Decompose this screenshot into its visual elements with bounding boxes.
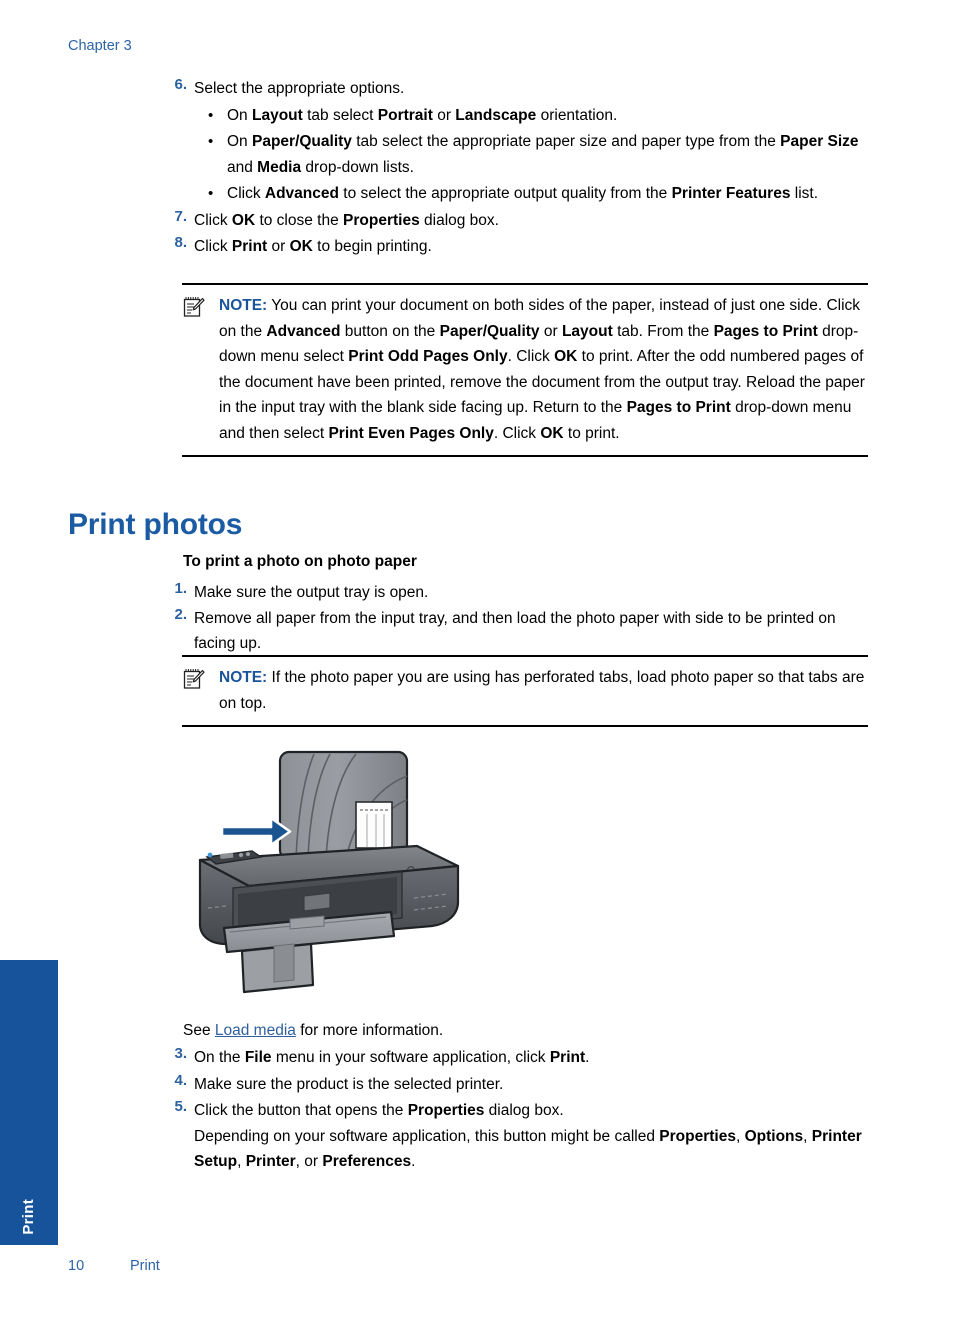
list-item: 3. On the File menu in your software appl…: [163, 1045, 868, 1071]
note-text: You can print your document on both side…: [219, 297, 865, 442]
steps-list-photo-b: 3. On the File menu in your software appl…: [163, 1045, 868, 1176]
step-text: Click Print or OK to begin printing.: [194, 238, 432, 255]
step-number: 8.: [174, 234, 187, 251]
step-number: 6.: [174, 76, 187, 93]
bullet-marker: •: [208, 106, 214, 124]
note-pencil-icon: [182, 668, 206, 690]
list-item: 2. Remove all paper from the input tray, …: [163, 606, 868, 657]
bullet-item: • On Layout tab select Portrait or Landsc…: [194, 103, 868, 129]
step-number: 4.: [174, 1071, 187, 1089]
side-tab-print: Print: [0, 960, 58, 1245]
chapter-header: Chapter 3: [68, 38, 132, 54]
page-number: 10: [68, 1258, 85, 1274]
step-number: 5.: [174, 1098, 187, 1115]
steps-list-photo-a: 1. Make sure the output tray is open. 2. Re…: [163, 580, 868, 657]
note-box-duplex: NOTE: You can print your document on bot…: [182, 283, 868, 457]
see-load-media-line: See Load media for more information.: [183, 1018, 443, 1044]
note-pencil-icon: [182, 296, 206, 318]
bullet-marker: •: [208, 185, 214, 202]
note-box-content: NOTE: If the photo paper you are using h…: [182, 665, 868, 716]
list-item: 7. Click OK to close the Properties dialo…: [163, 208, 868, 234]
output-tray-extender: [240, 942, 315, 994]
bullet-list: • On Layout tab select Portrait or Landsc…: [194, 103, 868, 207]
printer-load-photo-paper-illustration: [186, 748, 476, 1003]
note-label: NOTE:: [219, 297, 268, 314]
see-suffix: for more information.: [295, 1022, 444, 1039]
list-item: 5. Click the button that opens the Proper…: [163, 1098, 868, 1175]
procedure-subtitle: To print a photo on photo paper: [183, 553, 417, 570]
step-number: 7.: [174, 207, 187, 225]
bullet-marker: •: [208, 133, 214, 150]
note-box-content: NOTE: You can print your document on bot…: [182, 293, 868, 446]
list-item: 6. Select the appropriate options. • On Lay…: [163, 76, 868, 207]
step-number: 3.: [174, 1045, 187, 1062]
step-text: Click the button that opens the Properti…: [194, 1102, 862, 1170]
bullet-item: • On Paper/Quality tab select the appropr…: [194, 129, 868, 180]
step-text: Remove all paper from the input tray, an…: [194, 609, 836, 653]
bullet-text: Click Advanced to select the appropriate…: [227, 185, 819, 202]
list-item: 8. Click Print or OK to begin printing.: [163, 234, 868, 260]
bullet-text: On Layout tab select Portrait or Landsca…: [227, 106, 618, 124]
page-title: Print photos: [68, 508, 243, 542]
note-text: If the photo paper you are using has per…: [219, 669, 865, 712]
bullet-item: • Click Advanced to select the appropriat…: [194, 181, 868, 207]
photo-sheet: [355, 801, 393, 849]
step-text: Make sure the product is the selected pr…: [194, 1075, 504, 1093]
list-item: 4. Make sure the product is the selected …: [163, 1072, 868, 1098]
load-media-link[interactable]: Load media: [215, 1022, 296, 1039]
side-tab-label: Print: [20, 1199, 37, 1235]
step-number: 2.: [174, 605, 187, 623]
step-text: Make sure the output tray is open.: [194, 584, 429, 601]
step-text: Click OK to close the Properties dialog …: [194, 211, 499, 229]
page-footer: 10 Print: [68, 1258, 160, 1274]
steps-list-top: 6. Select the appropriate options. • On Lay…: [163, 76, 868, 261]
note-label: NOTE:: [219, 669, 268, 686]
footer-section-label: Print: [130, 1258, 160, 1274]
step-text: On the File menu in your software applic…: [194, 1049, 590, 1066]
printer-figure-svg: [198, 750, 460, 994]
list-item: 1. Make sure the output tray is open.: [163, 580, 868, 606]
bullet-text: On Paper/Quality tab select the appropri…: [227, 133, 859, 176]
note-box-perforated-tabs: NOTE: If the photo paper you are using h…: [182, 655, 868, 727]
step-number: 1.: [174, 580, 187, 597]
see-prefix: See: [183, 1022, 215, 1039]
step-text: Select the appropriate options.: [194, 80, 405, 97]
